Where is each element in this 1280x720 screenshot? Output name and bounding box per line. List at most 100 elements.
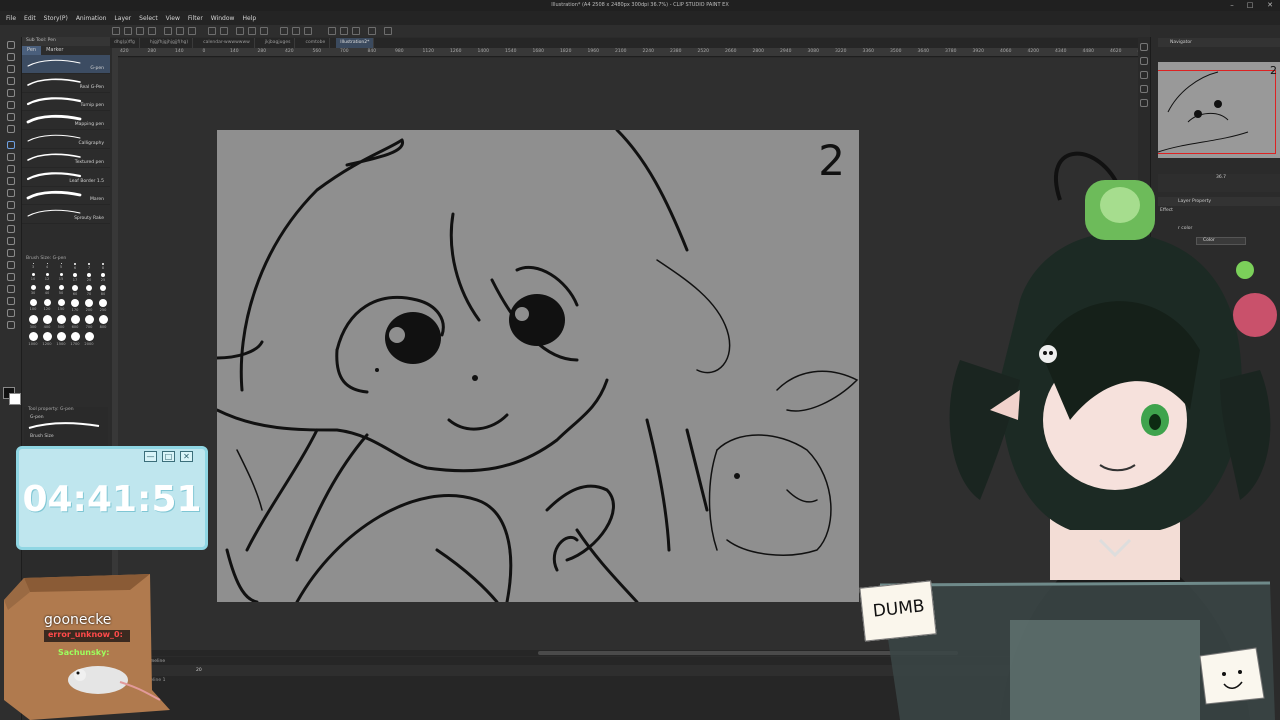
brush-item[interactable]: Maren	[22, 187, 110, 206]
panel-icon[interactable]	[1140, 57, 1148, 65]
text-icon[interactable]	[7, 285, 15, 293]
brush-size-option[interactable]: 120	[40, 299, 54, 312]
brush-size-option[interactable]: 15	[54, 273, 68, 282]
gradient-icon[interactable]	[7, 237, 15, 245]
tab-document[interactable]: dhg(p)ffg	[110, 38, 140, 48]
panel-icon[interactable]	[1140, 71, 1148, 79]
new-file-icon[interactable]	[112, 27, 120, 35]
pen-icon[interactable]	[7, 141, 15, 149]
brush-size-option[interactable]: 25	[96, 273, 110, 282]
subtool-tab-pen[interactable]: Pen	[22, 46, 42, 55]
menu-help[interactable]: Help	[242, 15, 256, 22]
settings-icon[interactable]	[236, 27, 244, 35]
brush-size-option[interactable]: 30	[26, 285, 40, 296]
check-icon[interactable]	[328, 27, 336, 35]
pencil-icon[interactable]	[7, 153, 15, 161]
brush-size-option[interactable]: 60	[68, 285, 82, 296]
fill-icon[interactable]	[7, 225, 15, 233]
brush-size-option[interactable]: 400	[40, 315, 54, 329]
selection-icon[interactable]	[7, 89, 15, 97]
close-button[interactable]: ✕	[1262, 0, 1278, 11]
menu-filter[interactable]: Filter	[188, 15, 203, 22]
panel-icon[interactable]	[1140, 99, 1148, 107]
correct-line-icon[interactable]	[7, 309, 15, 317]
minimize-button[interactable]: –	[1224, 0, 1240, 11]
redo-icon[interactable]	[220, 27, 228, 35]
tool-icon[interactable]	[176, 27, 184, 35]
tab-document-active[interactable]: Illustration2*	[336, 38, 375, 48]
tool-icon[interactable]	[368, 27, 376, 35]
brush-size-option[interactable]: 800	[96, 315, 110, 329]
undo-icon[interactable]	[208, 27, 216, 35]
move-icon[interactable]	[7, 53, 15, 61]
brush-size-option[interactable]: 2000	[82, 332, 96, 346]
panel-icon[interactable]	[1140, 43, 1148, 51]
airbrush-icon[interactable]	[7, 177, 15, 185]
brush-size-option[interactable]: 10	[26, 273, 40, 282]
brush-size-option[interactable]: 8	[96, 263, 110, 270]
drawing-canvas[interactable]: 2	[217, 130, 859, 602]
save-icon[interactable]	[136, 27, 144, 35]
tool-icon[interactable]	[248, 27, 256, 35]
brush-item[interactable]: G-pen	[22, 55, 110, 74]
magic-wand-icon[interactable]	[7, 113, 15, 121]
brush-size-option[interactable]: 12	[40, 273, 54, 282]
eraser-icon[interactable]	[7, 201, 15, 209]
brush-size-option[interactable]: 50	[54, 285, 68, 296]
check-icon[interactable]	[340, 27, 348, 35]
brush-size-option[interactable]: 150	[54, 299, 68, 312]
brush-size-option[interactable]: 250	[96, 299, 110, 312]
subtool-tab-marker[interactable]: Marker	[41, 46, 68, 55]
balloon-icon[interactable]	[7, 297, 15, 305]
tab-document[interactable]: comtobe	[301, 38, 331, 48]
brush-size-option[interactable]: 100	[26, 299, 40, 312]
operation-icon[interactable]	[7, 65, 15, 73]
menu-window[interactable]: Window	[211, 15, 235, 22]
menu-select[interactable]: Select	[139, 15, 158, 22]
brush-size-option[interactable]: 170	[68, 299, 82, 312]
move-layer-icon[interactable]	[7, 77, 15, 85]
brush-size-option[interactable]: 3	[26, 263, 40, 270]
brush-size-option[interactable]: 20	[82, 273, 96, 282]
menu-layer[interactable]: Layer	[114, 15, 131, 22]
brush-item[interactable]: Real G-Pen	[22, 74, 110, 93]
lasso-icon[interactable]	[7, 101, 15, 109]
tool-icon[interactable]	[304, 27, 312, 35]
brush-size-option[interactable]: 80	[96, 285, 110, 296]
brush-size-option[interactable]: 1700	[68, 332, 82, 346]
brush-size-option[interactable]: 4	[40, 263, 54, 270]
tool-icon[interactable]	[280, 27, 288, 35]
brush-item[interactable]: Sprouty Rake	[22, 205, 110, 225]
maximize-button[interactable]: □	[1242, 0, 1258, 11]
open-icon[interactable]	[124, 27, 132, 35]
brush-size-option[interactable]: 1200	[40, 332, 54, 346]
brush-size-option[interactable]: 1000	[26, 332, 40, 346]
brush-size-option[interactable]: 200	[82, 299, 96, 312]
brush-size-option[interactable]: 1500	[54, 332, 68, 346]
menu-file[interactable]: File	[6, 15, 16, 22]
menu-edit[interactable]: Edit	[24, 15, 36, 22]
3d-icon[interactable]	[7, 321, 15, 329]
tool-icon[interactable]	[384, 27, 392, 35]
brush-item[interactable]: Turnip pen	[22, 93, 110, 112]
decoration-icon[interactable]	[7, 189, 15, 197]
frame-icon[interactable]	[7, 261, 15, 269]
brush-size-option[interactable]: 7	[82, 263, 96, 270]
zoom-icon[interactable]	[7, 41, 15, 49]
tab-document[interactable]: calendar-wwwwwww	[199, 38, 255, 48]
tab-document[interactable]: jkjbagjuges	[261, 38, 296, 48]
brush-icon[interactable]	[7, 165, 15, 173]
brush-size-option[interactable]: 6	[68, 263, 82, 270]
panel-icon[interactable]	[1140, 85, 1148, 93]
brush-size-option[interactable]: 600	[68, 315, 82, 329]
menu-animation[interactable]: Animation	[76, 15, 107, 22]
blend-icon[interactable]	[7, 213, 15, 221]
brush-size-option[interactable]: 500	[54, 315, 68, 329]
brush-size-option[interactable]: 700	[82, 315, 96, 329]
tool-icon[interactable]	[188, 27, 196, 35]
sub-color-swatch[interactable]	[9, 393, 21, 405]
tool-icon[interactable]	[260, 27, 268, 35]
brush-item[interactable]: Textured pen	[22, 149, 110, 168]
brush-size-option[interactable]: 5	[54, 263, 68, 270]
eyedropper-icon[interactable]	[7, 125, 15, 133]
